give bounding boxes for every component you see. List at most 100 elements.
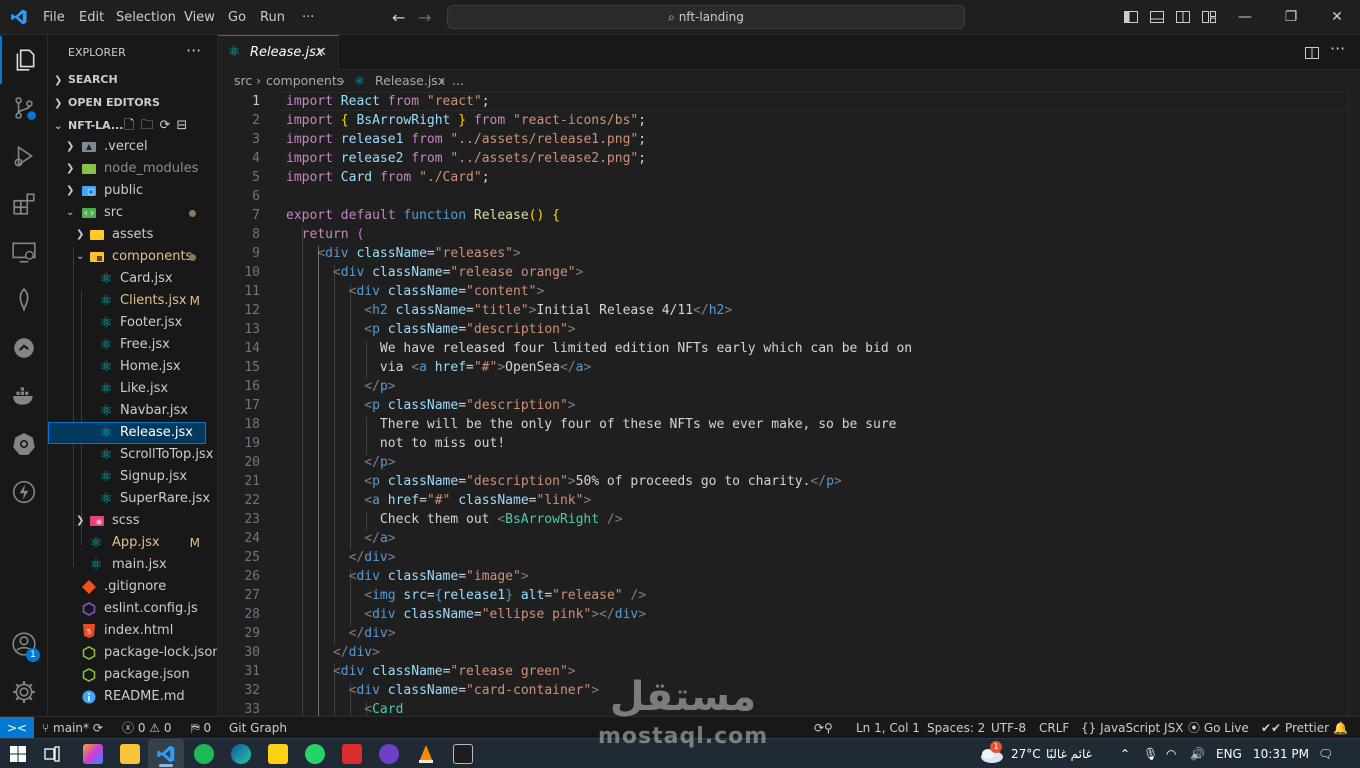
tree-item-node-modules[interactable]: ❯ node_modules [48, 158, 206, 180]
toggle-primary-sidebar-icon[interactable] [1123, 9, 1139, 25]
toggle-panel-icon[interactable] [1149, 9, 1165, 25]
tree-item-home-jsx[interactable]: ⚛ Home.jsx [48, 356, 206, 378]
git-graph-activity[interactable] [0, 324, 48, 372]
encoding-status[interactable]: UTF-8 [991, 717, 1026, 739]
menu-more[interactable]: ··· [302, 0, 314, 35]
forward-arrow-icon[interactable]: → [418, 8, 431, 27]
ports-status[interactable]: ⛿ 0 [191, 717, 211, 739]
wifi-icon[interactable]: ◠ [1166, 739, 1176, 768]
toggle-secondary-sidebar-icon[interactable] [1175, 9, 1191, 25]
open-editors-section-header[interactable]: ❯ OPEN EDITORS [48, 92, 217, 114]
tree-item-src[interactable]: ⌄ src [48, 202, 206, 224]
cursor-position[interactable]: Ln 1, Col 1 [856, 717, 920, 739]
tree-item-footer-jsx[interactable]: ⚛ Footer.jsx [48, 312, 206, 334]
tree-item-like-jsx[interactable]: ⚛ Like.jsx [48, 378, 206, 400]
code-editor[interactable]: 1 2 3 4 5 6 7 8 9 10 11 12 13 14 15 16 17 18 19 20 21 22 23 24 2… [218, 92, 1360, 716]
menu-go[interactable]: Go [228, 0, 246, 35]
weather-description[interactable]: غائم غالبًا [1046, 739, 1092, 768]
copilot-app-icon[interactable] [83, 744, 103, 764]
notification-center-icon[interactable]: 🗨 [1318, 739, 1333, 768]
branch-status[interactable]: ⑂ main* ⟳ [42, 717, 103, 739]
tab-close-button[interactable]: ✕ [316, 36, 327, 70]
git-graph-status[interactable]: Git Graph [229, 717, 287, 739]
tree-item-scrolltotop-jsx[interactable]: ⚛ ScrollToTop.jsx [48, 444, 213, 466]
explorer-activity[interactable] [0, 36, 48, 84]
manage-activity[interactable] [0, 668, 48, 716]
restore-button[interactable]: ❐ [1268, 0, 1314, 35]
command-center-search[interactable]: ⌕ nft-landing [447, 5, 965, 29]
tree-item-clients-jsx[interactable]: ⚛ Clients.jsx M [48, 290, 206, 312]
mongodb-activity[interactable] [0, 276, 48, 324]
tree-item-eslint-config[interactable]: eslint.config.js [48, 598, 206, 620]
file-explorer-icon[interactable] [120, 744, 140, 764]
menu-run[interactable]: Run [260, 0, 285, 35]
sticky-notes-icon[interactable] [268, 744, 288, 764]
breadcrumb-file[interactable]: Release.jsx [375, 70, 445, 92]
clock-time[interactable]: 10:31 PM [1253, 739, 1309, 768]
windows-start-icon[interactable] [10, 746, 26, 762]
language-status[interactable]: {} JavaScript JSX [1081, 717, 1183, 739]
editor-more-actions-button[interactable]: ··· [1330, 39, 1346, 58]
breadcrumb-components[interactable]: components [266, 70, 343, 92]
tree-item-index-html[interactable]: 5 index.html [48, 620, 206, 642]
problems-status[interactable]: ⓧ 0 ⚠ 0 [122, 717, 172, 739]
accounts-activity[interactable]: 1 [0, 620, 48, 668]
prettier-status[interactable]: ✔✔ Prettier [1261, 717, 1329, 739]
indentation-status[interactable]: Spaces: 2 [927, 717, 985, 739]
tree-item-free-jsx[interactable]: ⚛ Free.jsx [48, 334, 206, 356]
terminal-icon[interactable] [453, 744, 473, 764]
spotify-icon[interactable] [194, 744, 214, 764]
close-window-button[interactable]: ✕ [1314, 0, 1360, 35]
breadcrumb-src[interactable]: src [234, 70, 252, 92]
tree-item-vercel[interactable]: ❯ .vercel [48, 136, 206, 158]
tree-item-main-jsx[interactable]: ⚛ main.jsx [48, 554, 206, 576]
menu-edit[interactable]: Edit [79, 0, 104, 35]
live-share-icon[interactable]: ⟳⚲ [814, 717, 833, 739]
tab-release-jsx[interactable]: ⚛ Release.jsx ✕ [218, 35, 339, 70]
explorer-more-button[interactable]: ··· [186, 35, 201, 70]
editor-scrollbar[interactable] [1348, 92, 1360, 716]
folder-actions[interactable]: 🗋🗀⟳⊟ [124, 115, 193, 137]
menu-selection[interactable]: Selection [116, 0, 176, 35]
task-view-icon[interactable] [44, 746, 60, 762]
tree-item-app-jsx[interactable]: ⚛ App.jsx M [48, 532, 206, 554]
tree-item-navbar-jsx[interactable]: ⚛ Navbar.jsx [48, 400, 206, 422]
temperature[interactable]: 27°C [1011, 739, 1041, 768]
folder-section-header[interactable]: ⌄ NFT-LA... 🗋🗀⟳⊟ [48, 115, 217, 137]
remote-indicator[interactable]: >< [0, 717, 34, 739]
vlc-icon[interactable] [416, 744, 436, 764]
back-arrow-icon[interactable]: ← [392, 8, 405, 27]
tree-item-public[interactable]: ❯ public [48, 180, 206, 202]
tree-item-card-jsx[interactable]: ⚛ Card.jsx [48, 268, 206, 290]
whatsapp-icon[interactable] [305, 744, 325, 764]
microphone-icon[interactable]: 🎙 [1143, 739, 1158, 768]
source-control-activity[interactable] [0, 84, 48, 132]
tree-item-package-lock[interactable]: package-lock.json [48, 642, 217, 664]
kubernetes-activity[interactable] [0, 420, 48, 468]
tree-item-release-jsx[interactable]: ⚛ Release.jsx [48, 422, 206, 444]
search-section-header[interactable]: ❯ SEARCH [48, 69, 217, 91]
media-app-icon[interactable] [379, 744, 399, 764]
menu-view[interactable]: View [184, 0, 215, 35]
docker-activity[interactable] [0, 372, 48, 420]
tree-item-assets[interactable]: ❯ assets [48, 224, 206, 246]
show-hidden-icons-chevron-icon[interactable]: ⌃ [1120, 739, 1130, 768]
run-debug-activity[interactable] [0, 132, 48, 180]
notifications-bell-icon[interactable]: 🔔 [1333, 717, 1348, 739]
tree-item-readme[interactable]: README.md [48, 686, 206, 708]
breadcrumb-symbol[interactable]: ... [452, 70, 464, 92]
customize-layout-icon[interactable] [1201, 9, 1217, 25]
vscode-taskbar-icon[interactable] [156, 744, 176, 764]
eol-status[interactable]: CRLF [1039, 717, 1069, 739]
tree-item-scss[interactable]: ❯ scss [48, 510, 206, 532]
extensions-activity[interactable] [0, 180, 48, 228]
thunder-client-activity[interactable] [0, 468, 48, 516]
edge-browser-icon[interactable] [231, 744, 251, 764]
menu-file[interactable]: File [43, 0, 65, 35]
remote-explorer-activity[interactable] [0, 228, 48, 276]
tree-item-package-json[interactable]: package.json [48, 664, 206, 686]
tree-item-components[interactable]: ⌄ components [48, 246, 206, 268]
split-editor-icon[interactable] [1304, 45, 1320, 61]
download-manager-icon[interactable] [342, 744, 362, 764]
tree-item-superrare-jsx[interactable]: ⚛ SuperRare.jsx [48, 488, 210, 510]
